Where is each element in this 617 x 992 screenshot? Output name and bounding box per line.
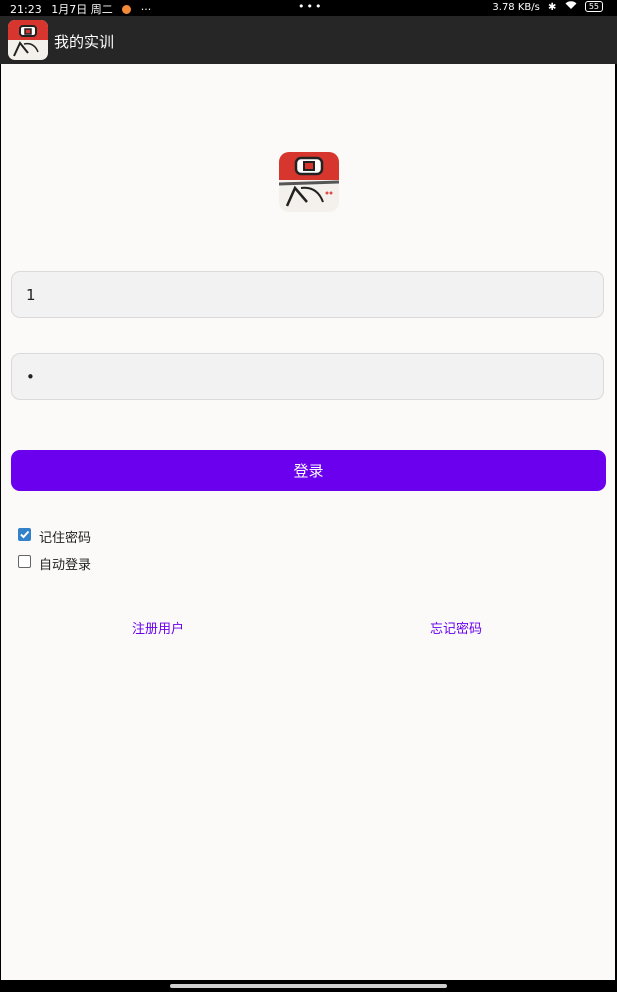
app-title: 我的实训	[54, 33, 115, 51]
forgot-password-link[interactable]: 忘记密码	[430, 618, 482, 637]
notification-dot-icon	[122, 5, 132, 14]
status-date: 1月7日 周二	[51, 3, 113, 16]
status-more: ···	[140, 3, 152, 16]
login-screen: 登录 记住密码 自动登录 注册用户 忘记密码	[1, 64, 615, 980]
login-button[interactable]: 登录	[11, 450, 606, 491]
password-field[interactable]	[11, 353, 604, 400]
multitask-dots[interactable]: •••	[298, 0, 323, 13]
home-indicator[interactable]	[170, 984, 447, 988]
battery-icon: 55	[584, 1, 603, 12]
password-input[interactable]	[12, 354, 603, 399]
app-logo-icon	[279, 152, 339, 212]
wifi-icon	[565, 1, 580, 13]
checkbox-unchecked-icon[interactable]	[18, 555, 31, 568]
username-input[interactable]	[12, 272, 603, 317]
username-field[interactable]	[11, 271, 604, 318]
register-link[interactable]: 注册用户	[132, 618, 184, 637]
checkbox-checked-icon[interactable]	[18, 528, 31, 541]
app-logo-icon	[8, 20, 48, 60]
status-left: 21:23 1月7日 周二 ···	[10, 1, 157, 17]
status-bar: 21:23 1月7日 周二 ··· ••• 3.78 KB/s ✱ 55	[0, 0, 617, 16]
remember-password-label: 记住密码	[39, 531, 92, 546]
auto-login-label: 自动登录	[39, 558, 92, 573]
app-bar: 我的实训	[0, 16, 617, 64]
status-right: 3.78 KB/s ✱ 55	[487, 1, 603, 13]
net-speed: 3.78 KB/s	[492, 2, 540, 13]
bluetooth-icon: ✱	[548, 2, 557, 13]
status-time: 21:23	[10, 3, 42, 16]
